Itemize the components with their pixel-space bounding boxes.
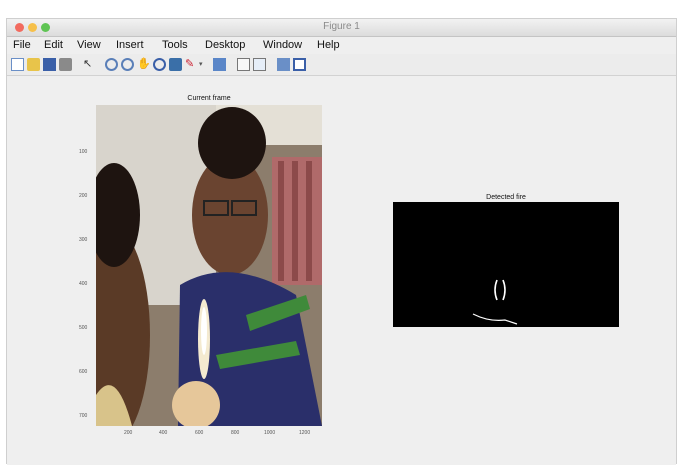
y-tick-label: 100 — [79, 149, 88, 155]
insert-colorbar-icon[interactable] — [237, 58, 250, 71]
new-figure-icon[interactable] — [11, 58, 24, 71]
brush-dropdown-icon[interactable]: ▾ — [199, 58, 212, 71]
current-frame-title: Current frame — [187, 95, 231, 102]
y-tick-label: 400 — [79, 281, 88, 287]
brush-icon[interactable]: ✎ — [185, 58, 198, 71]
fire-mask-drawing — [393, 202, 619, 327]
menu-bar: File Edit View Insert Tools Desktop Wind… — [7, 37, 676, 54]
x-tick-label: 1200 — [299, 430, 311, 436]
x-tick-label: 400 — [159, 430, 168, 436]
hide-plot-tools-icon[interactable] — [277, 58, 290, 71]
print-icon[interactable] — [59, 58, 72, 71]
detected-fire-image — [393, 202, 619, 327]
link-plot-icon[interactable] — [213, 58, 226, 71]
y-tick-label: 200 — [79, 193, 88, 199]
y-tick-label: 500 — [79, 325, 88, 331]
edit-plot-icon[interactable]: ↖ — [83, 58, 96, 71]
rotate-3d-icon[interactable] — [153, 58, 166, 71]
menu-window[interactable]: Window — [263, 39, 302, 51]
x-tick-label: 200 — [124, 430, 133, 436]
save-icon[interactable] — [43, 58, 56, 71]
figure-toolbar: ↖ ✋ ✎ ▾ — [7, 55, 676, 76]
menu-desktop[interactable]: Desktop — [205, 39, 245, 51]
data-cursor-icon[interactable] — [169, 58, 182, 71]
y-tick-label: 700 — [79, 413, 88, 419]
zoom-in-icon[interactable] — [105, 58, 118, 71]
pan-icon[interactable]: ✋ — [137, 58, 151, 71]
open-file-icon[interactable] — [27, 58, 40, 71]
detected-fire-title: Detected fire — [486, 194, 526, 201]
frame-photo-drawing — [96, 105, 322, 426]
menu-help[interactable]: Help — [317, 39, 340, 51]
menu-tools[interactable]: Tools — [162, 39, 188, 51]
figure-canvas: Current frame 100 200 300 400 500 600 70… — [7, 76, 676, 465]
x-tick-label: 600 — [195, 430, 204, 436]
menu-edit[interactable]: Edit — [44, 39, 63, 51]
show-plot-tools-icon[interactable] — [293, 58, 306, 71]
menu-view[interactable]: View — [77, 39, 101, 51]
x-tick-label: 800 — [231, 430, 240, 436]
zoom-out-icon[interactable] — [121, 58, 134, 71]
x-tick-label: 1000 — [264, 430, 276, 436]
y-tick-label: 600 — [79, 369, 88, 375]
insert-legend-icon[interactable] — [253, 58, 266, 71]
menu-insert[interactable]: Insert — [116, 39, 144, 51]
y-tick-label: 300 — [79, 237, 88, 243]
window-title: Figure 1 — [323, 21, 360, 32]
current-frame-image — [96, 105, 322, 426]
menu-file[interactable]: File — [13, 39, 31, 51]
title-bar: Figure 1 — [7, 19, 676, 37]
figure-window: Figure 1 File Edit View Insert Tools Des… — [6, 18, 677, 465]
